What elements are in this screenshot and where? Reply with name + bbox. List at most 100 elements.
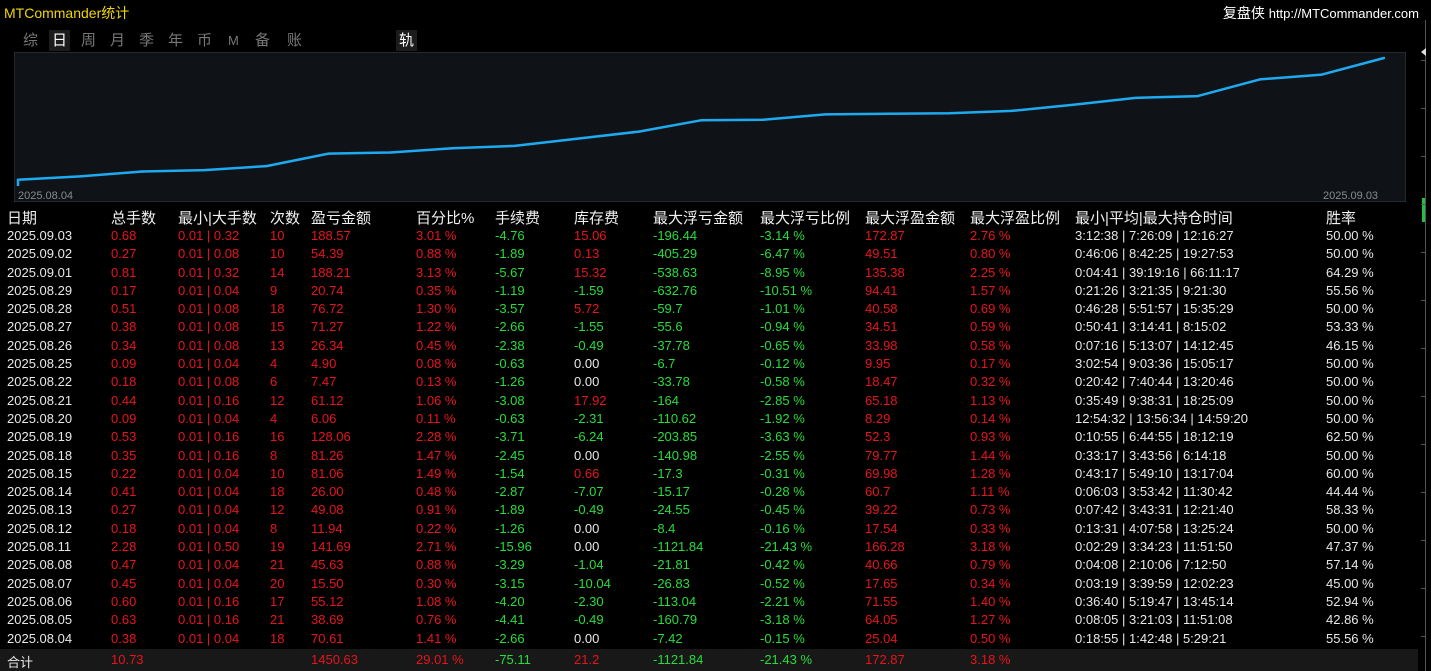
table-row[interactable]: 2025.09.01 0.81 0.01 | 0.32 14 188.21 3.13 % -… (0, 264, 1418, 282)
table-cell: -0.63 (495, 356, 525, 372)
col-header[interactable]: 最大浮亏金额 (653, 207, 743, 228)
tab-10[interactable]: 轨迹 (396, 30, 418, 70)
table-row[interactable]: 2025.08.04 0.38 0.01 | 0.04 18 70.61 1.41 % -2… (0, 630, 1418, 648)
brand-url[interactable]: http://MTCommander.com (1269, 6, 1419, 21)
table-cell: 21 (270, 612, 285, 628)
table-cell: 2025.08.28 (7, 301, 73, 317)
table-cell: 50.00 % (1326, 356, 1374, 372)
table-row[interactable]: 2025.08.13 0.27 0.01 | 0.04 12 49.08 0.91 % -1… (0, 501, 1418, 519)
table-row[interactable]: 2025.08.26 0.34 0.01 | 0.08 13 26.34 0.45 % -2… (0, 337, 1418, 355)
table-cell: 0.93 % (970, 429, 1011, 445)
table-cell: 8 (270, 447, 278, 463)
tab-6[interactable]: 币 (194, 30, 215, 51)
equity-point (1072, 103, 1075, 106)
table-cell: 0.01 | 0.04 (178, 630, 240, 646)
table-cell: -1.55 (574, 319, 604, 335)
table-cell: 0.01 | 0.32 (178, 228, 240, 243)
tab-7[interactable]: M (225, 30, 242, 51)
table-row[interactable]: 2025.08.27 0.38 0.01 | 0.08 15 71.27 1.22 % -2… (0, 318, 1418, 336)
table-cell: 2025.08.13 (7, 502, 73, 518)
table-cell: 15.06 (574, 228, 607, 243)
table-row[interactable]: 2025.08.18 0.35 0.01 | 0.16 8 81.26 1.47 % -2.… (0, 447, 1418, 465)
table-row[interactable]: 2025.08.12 0.18 0.01 | 0.04 8 11.94 0.22 % -1.… (0, 520, 1418, 538)
equity-point (389, 151, 392, 154)
x-start-label: 2025.08.04 (18, 190, 73, 202)
table-cell: 19 (270, 539, 285, 555)
col-header[interactable]: 库存费 (574, 207, 619, 228)
col-header[interactable]: 日期 (7, 207, 37, 228)
tab-9[interactable]: 账户 (284, 30, 305, 70)
col-header[interactable]: 百分比% (416, 207, 474, 228)
table-cell: -3.63 % (760, 429, 805, 445)
table-row[interactable]: 2025.08.08 0.47 0.01 | 0.04 21 45.63 0.88 % -3… (0, 556, 1418, 574)
col-header[interactable]: 次数 (270, 207, 300, 228)
table-row[interactable]: 2025.08.07 0.45 0.01 | 0.04 20 15.50 0.30 % -3… (0, 575, 1418, 593)
table-cell: 64.29 % (1326, 264, 1374, 280)
table-row[interactable]: 2025.08.14 0.41 0.01 | 0.04 18 26.00 0.48 % -2… (0, 483, 1418, 501)
table-cell: 0.27 (111, 502, 137, 518)
table-row[interactable]: 2025.08.22 0.18 0.01 | 0.08 6 7.47 0.13 % -1.2… (0, 373, 1418, 391)
col-header[interactable]: 最小|平均|最大持仓时间 (1075, 207, 1233, 228)
tab-2[interactable]: 周 (78, 30, 99, 51)
equity-point (886, 112, 889, 115)
scroll-thumb[interactable] (1422, 198, 1425, 222)
table-row[interactable]: 2025.08.05 0.63 0.01 | 0.16 21 38.69 0.76 % -4… (0, 611, 1418, 629)
table-cell: -196.44 (653, 228, 698, 243)
table-cell: 46.15 % (1326, 337, 1374, 353)
scale-tick (1421, 636, 1425, 637)
table-cell: 81.26 (311, 447, 344, 463)
table-row[interactable]: 2025.08.25 0.09 0.01 | 0.04 4 4.90 0.08 % -0.6… (0, 355, 1418, 373)
table-cell: -59.7 (653, 301, 683, 317)
table-cell: 172.87 (865, 228, 905, 243)
table-cell: 0.63 (111, 612, 137, 628)
table-cell: 0:07:16 | 5:13:07 | 14:12:45 (1075, 337, 1234, 353)
table-row[interactable]: 2025.09.02 0.27 0.01 | 0.08 10 54.39 0.88 % -1… (0, 245, 1418, 263)
tab-3[interactable]: 月 (107, 30, 128, 51)
table-cell: 2025.08.25 (7, 356, 73, 372)
tab-0[interactable]: 综 (20, 30, 41, 51)
col-header[interactable]: 总手数 (111, 207, 156, 228)
table-cell: 0:50:41 | 3:14:41 | 8:15:02 (1075, 319, 1227, 335)
right-scrollbar[interactable] (1421, 0, 1431, 671)
col-header[interactable]: 盈亏金额 (311, 207, 371, 228)
table-cell: 0.53 (111, 429, 137, 445)
table-cell: 5.72 (574, 301, 600, 317)
table-cell: 2025.08.12 (7, 520, 73, 536)
col-header[interactable]: 最小|大手数 (178, 207, 257, 228)
table-row[interactable]: 2025.09.03 0.68 0.01 | 0.32 10 188.57 3.01 % -… (0, 227, 1418, 245)
table-row[interactable]: 2025.08.11 2.28 0.01 | 0.50 19 141.69 2.71 % -… (0, 538, 1418, 556)
col-header[interactable]: 最大浮盈金额 (865, 207, 955, 228)
table-row[interactable]: 2025.08.19 0.53 0.01 | 0.16 16 128.06 2.28 % -… (0, 428, 1418, 446)
table-cell: 0.01 | 0.04 (178, 520, 240, 536)
brand[interactable]: 复盘侠 http://MTCommander.com (1223, 3, 1419, 23)
col-header[interactable]: 胜率 (1326, 207, 1356, 228)
scale-tick (1421, 108, 1425, 109)
table-row[interactable]: 2025.08.06 0.60 0.01 | 0.16 17 55.12 1.08 % -4… (0, 593, 1418, 611)
equity-point (699, 119, 703, 122)
scroll-arrow-icon[interactable] (1421, 48, 1426, 56)
tab-1[interactable]: 日 (49, 30, 71, 51)
table-cell: 8 (270, 520, 278, 536)
table-row[interactable]: 2025.08.29 0.17 0.01 | 0.04 9 20.74 0.35 % -1.… (0, 282, 1418, 300)
table-row[interactable]: 2025.08.28 0.51 0.01 | 0.08 18 76.72 1.30 % -3… (0, 300, 1418, 318)
table-cell: -8.95 % (760, 264, 805, 280)
table-row[interactable]: 2025.08.20 0.09 0.01 | 0.04 4 6.06 0.11 % -0.6… (0, 410, 1418, 428)
col-header[interactable]: 手续费 (495, 207, 540, 228)
table-cell: 0.41 (111, 484, 137, 500)
tab-5[interactable]: 年 (165, 30, 186, 51)
table-cell: 0.01 | 0.04 (178, 410, 240, 426)
table-row[interactable]: 2025.08.15 0.22 0.01 | 0.04 10 81.06 1.49 % -1… (0, 465, 1418, 483)
col-header[interactable]: 最大浮盈比例 (970, 207, 1060, 228)
table-cell: 0.18 (111, 374, 137, 390)
scale-tick (1421, 204, 1425, 205)
table-cell: 2025.09.03 (7, 228, 73, 243)
table-cell: 18 (270, 484, 285, 500)
tab-4[interactable]: 季 (136, 30, 157, 51)
table-cell: 4 (270, 410, 278, 426)
table-cell: 0.01 | 0.16 (178, 429, 240, 445)
table-row[interactable]: 2025.08.21 0.44 0.01 | 0.16 12 61.12 1.06 % -3… (0, 392, 1418, 410)
table-cell: 0.01 | 0.04 (178, 465, 240, 481)
col-header[interactable]: 最大浮亏比例 (760, 207, 850, 228)
tab-8[interactable]: 备 (252, 30, 273, 51)
table-cell: 2025.08.08 (7, 557, 73, 573)
